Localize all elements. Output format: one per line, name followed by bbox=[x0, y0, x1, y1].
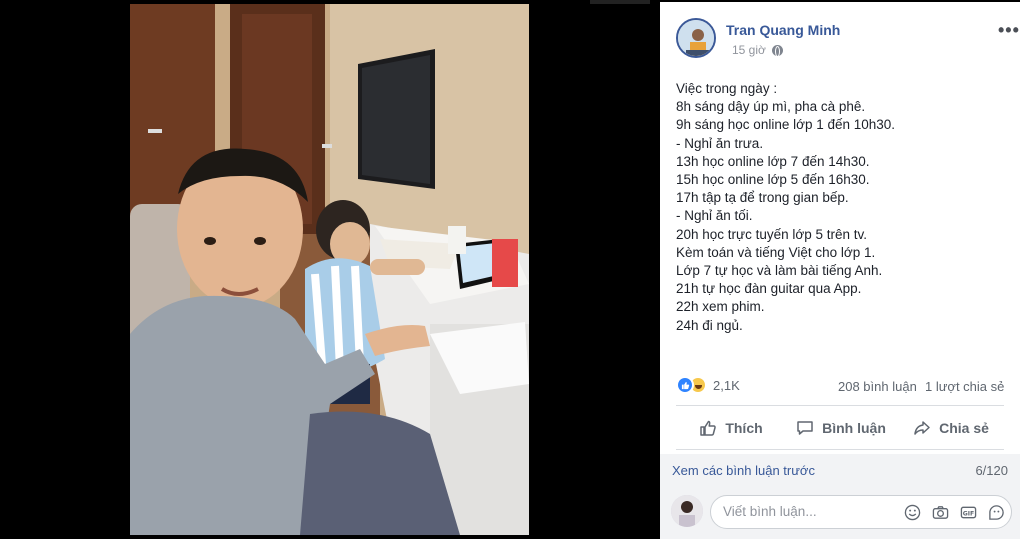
post-line: 13h học online lớp 7 đến 14h30. bbox=[676, 153, 870, 169]
post-line: Việc trong ngày : bbox=[676, 81, 778, 96]
comment-input[interactable] bbox=[723, 504, 893, 519]
comment-tools: GIF bbox=[903, 503, 1005, 521]
avatar-image bbox=[678, 20, 714, 56]
post-time[interactable]: 15 giờ bbox=[732, 43, 766, 57]
share-count[interactable]: 1 lượt chia sẻ bbox=[925, 379, 1004, 394]
svg-text:GIF: GIF bbox=[962, 510, 974, 517]
thumbs-up-icon bbox=[700, 420, 717, 436]
like-button[interactable]: Thích bbox=[676, 410, 786, 446]
view-previous-comments-link[interactable]: Xem các bình luận trước bbox=[672, 463, 815, 478]
actions-divider bbox=[676, 449, 1004, 450]
post-line: Lớp 7 tự học và làm bài tiếng Anh. bbox=[676, 263, 883, 279]
comment-icon bbox=[797, 421, 813, 435]
like-reaction-icon bbox=[676, 376, 694, 394]
post-line: 9h sáng học online lớp 1 đến 10h30. bbox=[676, 117, 896, 133]
comment-count[interactable]: 208 bình luận bbox=[838, 379, 917, 394]
globe-icon bbox=[771, 44, 783, 57]
post-header: Tran Quang Minh 15 giờ ••• bbox=[676, 18, 1019, 62]
stats-divider bbox=[676, 405, 1004, 406]
post-line: 17h tập tạ để trong gian bếp. bbox=[676, 190, 849, 206]
post-line: - Nghỉ ăn tối. bbox=[676, 208, 753, 224]
comment-label: Bình luận bbox=[822, 420, 886, 436]
reactions-summary[interactable]: 2,1K bbox=[676, 376, 740, 394]
post-actions: Thích Bình luận Chia sẻ bbox=[676, 410, 1006, 446]
top-strip bbox=[590, 0, 650, 4]
emoji-icon[interactable] bbox=[903, 503, 921, 521]
photo-stage bbox=[0, 0, 660, 539]
post-meta: 15 giờ bbox=[732, 43, 783, 57]
current-user-avatar bbox=[671, 495, 703, 527]
comment-box[interactable]: GIF bbox=[710, 495, 1012, 529]
post-line: 8h sáng dậy úp mì, pha cà phê. bbox=[676, 99, 866, 115]
gif-icon[interactable]: GIF bbox=[959, 503, 977, 521]
selfie-photo bbox=[130, 4, 529, 535]
comment-button[interactable]: Bình luận bbox=[786, 410, 896, 446]
reaction-count: 2,1K bbox=[713, 377, 740, 393]
camera-icon[interactable] bbox=[931, 503, 949, 521]
share-icon bbox=[914, 421, 930, 435]
post-line: Kèm toán và tiếng Việt cho lớp 1. bbox=[676, 244, 876, 260]
like-label: Thích bbox=[725, 420, 763, 436]
sticker-icon[interactable] bbox=[987, 503, 1005, 521]
post-line: 20h học trực tuyến lớp 5 trên tv. bbox=[676, 226, 867, 242]
post-panel: Tran Quang Minh 15 giờ ••• Việc trong ng… bbox=[660, 2, 1020, 539]
comment-page-count: 6/120 bbox=[975, 463, 1008, 478]
post-line: 24h đi ngủ. bbox=[676, 317, 743, 333]
post-line: - Nghỉ ăn trưa. bbox=[676, 135, 764, 151]
more-options-button[interactable]: ••• bbox=[998, 20, 1020, 41]
author-avatar[interactable] bbox=[676, 18, 716, 58]
post-photo[interactable] bbox=[130, 4, 529, 535]
author-name[interactable]: Tran Quang Minh bbox=[726, 22, 840, 38]
post-line: 21h tự học đàn guitar qua App. bbox=[676, 281, 862, 297]
share-button[interactable]: Chia sẻ bbox=[896, 410, 1006, 446]
comments-section: Xem các bình luận trước 6/120 GIF bbox=[660, 454, 1020, 539]
post-stats: 2,1K 208 bình luận 1 lượt chia sẻ bbox=[676, 376, 1006, 398]
post-line: 15h học online lớp 5 đến 16h30. bbox=[676, 172, 870, 188]
share-label: Chia sẻ bbox=[939, 420, 989, 436]
post-line: 22h xem phim. bbox=[676, 299, 765, 315]
post-text: Việc trong ngày : 8h sáng dậy úp mì, pha … bbox=[676, 80, 1006, 335]
